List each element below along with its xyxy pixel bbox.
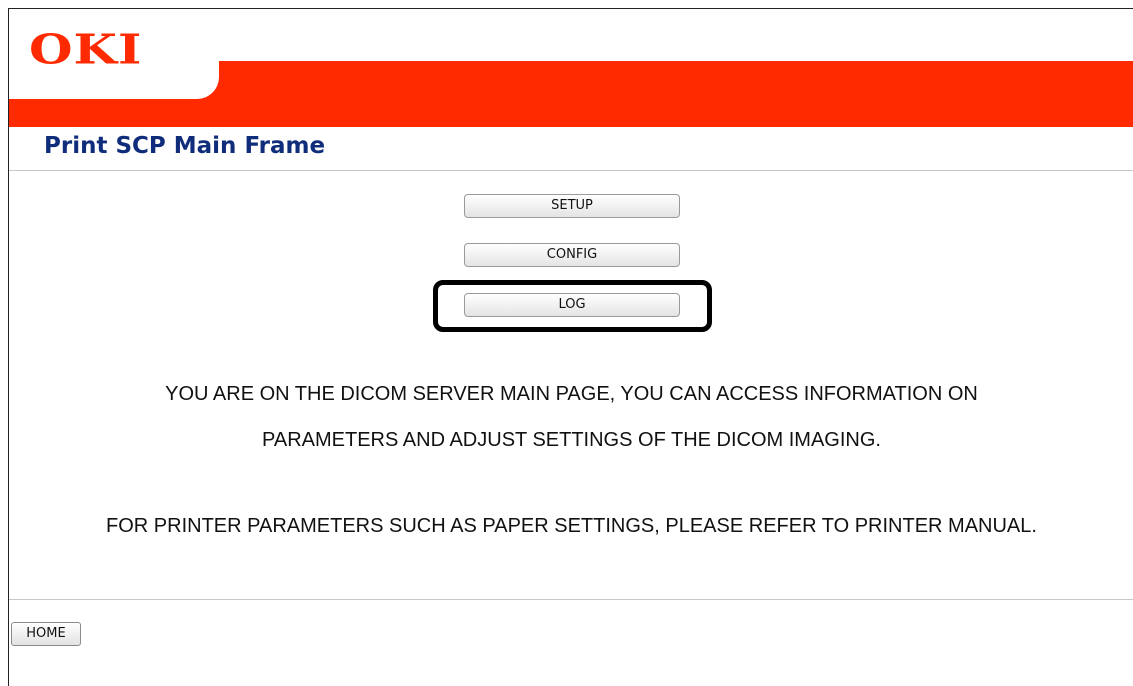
config-button[interactable]: CONFIG (464, 243, 680, 267)
home-button[interactable]: HOME (11, 622, 81, 646)
logo-area: OKI (9, 9, 219, 99)
divider-top (9, 170, 1133, 171)
info-text-line-1: YOU ARE ON THE DICOM SERVER MAIN PAGE, Y… (165, 383, 978, 405)
divider-bottom (9, 599, 1133, 600)
page-title: Print SCP Main Frame (44, 133, 326, 159)
log-button-highlight (433, 280, 712, 332)
oki-logo: OKI (29, 24, 143, 74)
browser-frame: OKI Print SCP Main Frame SETUP CONFIG LO… (8, 8, 1133, 686)
printer-manual-note: FOR PRINTER PARAMETERS SUCH AS PAPER SET… (106, 515, 1037, 537)
setup-button[interactable]: SETUP (464, 194, 680, 218)
info-text-line-2: PARAMETERS AND ADJUST SETTINGS OF THE DI… (262, 429, 881, 451)
header: OKI (9, 9, 1133, 131)
